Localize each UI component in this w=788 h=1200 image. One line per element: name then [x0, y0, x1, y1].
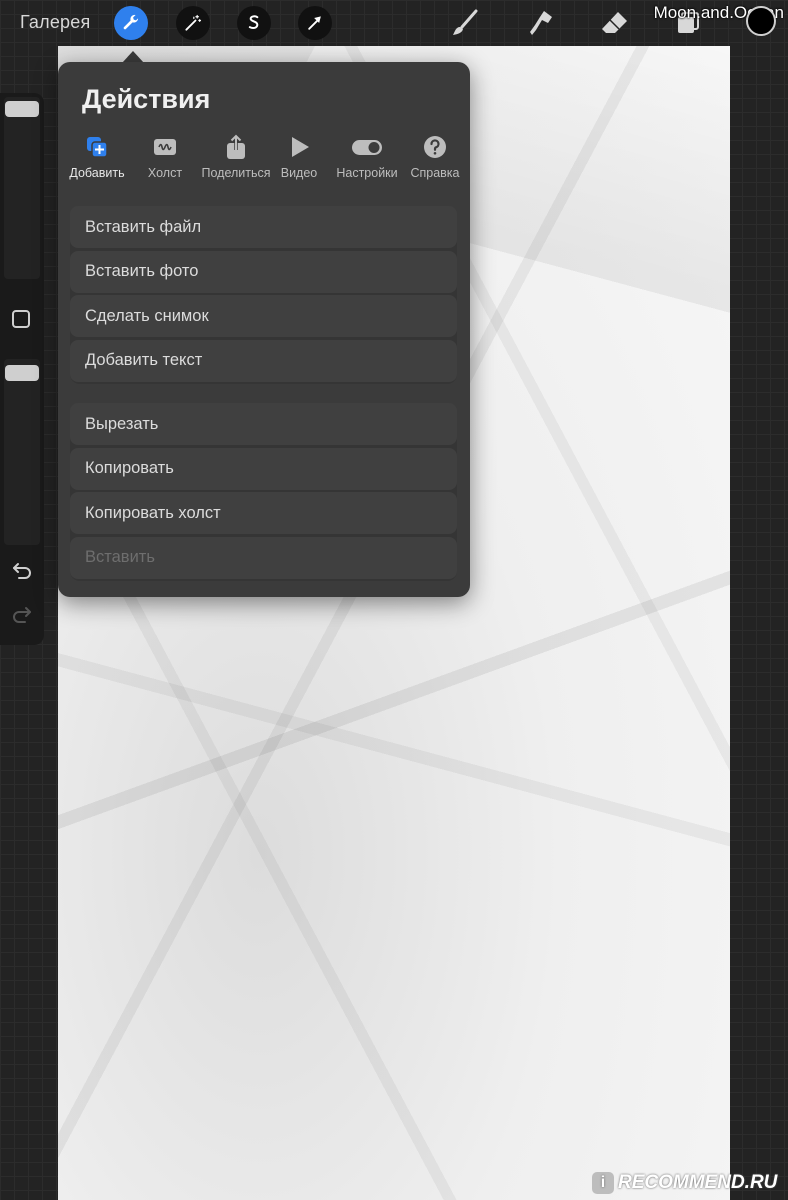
- color-swatch[interactable]: [746, 6, 776, 36]
- gallery-button[interactable]: Галерея: [20, 12, 90, 33]
- opacity-knob[interactable]: [5, 365, 39, 381]
- recommend-text: RECOMMEND.RU: [618, 1172, 778, 1193]
- toggle-icon: [352, 140, 382, 155]
- menu-copy-canvas[interactable]: Копировать холст: [70, 492, 457, 534]
- opacity-slider[interactable]: [4, 359, 40, 545]
- tab-add[interactable]: Добавить: [62, 134, 132, 180]
- add-layer-icon: [87, 137, 108, 158]
- actions-tabs: Добавить Холст Поделиться Видео Настройк…: [62, 134, 466, 184]
- smudge-icon: [530, 11, 552, 35]
- share-icon: [227, 134, 245, 159]
- tab-help[interactable]: Справка: [402, 134, 468, 180]
- menu-insert-photo[interactable]: Вставить фото: [70, 250, 457, 293]
- actions-popover: Действия Добавить Холст Поделиться Видео…: [58, 62, 470, 597]
- transform-button[interactable]: [298, 6, 332, 40]
- menu-cut[interactable]: Вырезать: [70, 403, 457, 445]
- tab-label: Справка: [410, 166, 460, 180]
- tab-settings[interactable]: Настройки: [330, 134, 404, 180]
- selection-s-icon: [248, 15, 259, 29]
- transform-arrow-icon: [308, 16, 321, 30]
- recommend-watermark: i RECOMMEND.RU: [592, 1172, 777, 1194]
- selection-button[interactable]: [237, 6, 271, 40]
- menu-take-photo[interactable]: Сделать снимок: [70, 295, 457, 337]
- smudge-tool[interactable]: [524, 6, 558, 40]
- menu-add-text[interactable]: Добавить текст: [70, 339, 457, 382]
- top-toolbar: Галерея Moon.and.Ocean: [0, 0, 788, 46]
- tab-share[interactable]: Поделиться: [198, 134, 274, 180]
- magic-wand-icon: [185, 14, 202, 31]
- tab-label: Видео: [280, 166, 318, 180]
- modify-button[interactable]: [12, 310, 30, 328]
- eraser-tool[interactable]: [597, 6, 631, 40]
- clipboard-group: Вырезать Копировать Копировать холст Вст…: [70, 403, 457, 581]
- play-icon: [292, 137, 309, 157]
- menu-insert-file[interactable]: Вставить файл: [70, 206, 457, 248]
- actions-button[interactable]: [114, 6, 148, 40]
- brush-icon: [453, 9, 478, 35]
- tab-video[interactable]: Видео: [268, 134, 330, 180]
- brush-size-knob[interactable]: [5, 101, 39, 117]
- help-icon: [424, 136, 446, 158]
- tab-label: Поделиться: [201, 166, 271, 180]
- recommend-logo-icon: i: [592, 1172, 614, 1194]
- insert-group: Вставить файл Вставить фото Сделать сним…: [70, 206, 457, 384]
- undo-icon[interactable]: [10, 559, 34, 583]
- brush-tool[interactable]: [448, 6, 482, 40]
- left-sidebar: [0, 93, 44, 645]
- popover-title: Действия: [82, 84, 211, 114]
- tab-label: Настройки: [336, 166, 398, 180]
- menu-paste: Вставить: [70, 536, 457, 579]
- tab-label: Добавить: [69, 166, 125, 180]
- tab-canvas[interactable]: Холст: [130, 134, 200, 180]
- adjustments-button[interactable]: [176, 6, 210, 40]
- redo-icon[interactable]: [10, 603, 34, 627]
- wrench-icon: [123, 14, 139, 30]
- canvas-icon: [154, 139, 176, 155]
- brush-size-slider[interactable]: [4, 97, 40, 279]
- eraser-icon: [602, 12, 627, 33]
- tab-label: Холст: [147, 166, 183, 180]
- menu-copy[interactable]: Копировать: [70, 447, 457, 490]
